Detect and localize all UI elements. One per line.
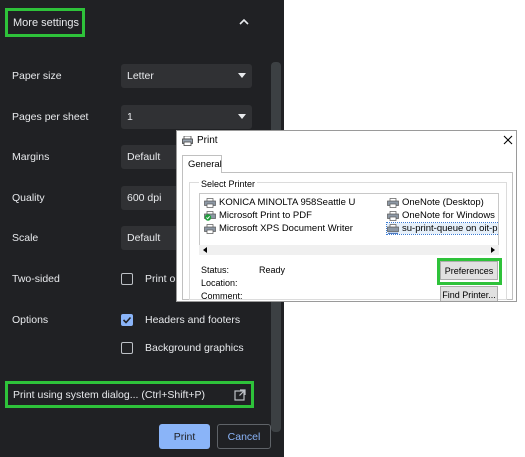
two-sided-label: Two-sided [12,273,60,285]
headers-footers-checkbox[interactable] [121,314,133,326]
pages-per-sheet-label: Pages per sheet [12,111,89,123]
background-graphics-label: Background graphics [145,342,244,354]
printer-icon [204,223,216,234]
quality-value: 600 dpi [127,192,162,204]
status-value: Ready [259,265,286,275]
paper-size-value: Letter [127,70,154,82]
scale-label: Scale [12,232,39,244]
printer-icon [204,197,216,208]
find-printer-button[interactable]: Find Printer... [440,286,498,301]
headers-footers-label: Headers and footers [145,314,241,326]
close-icon[interactable] [501,133,515,147]
dropdown-caret-icon [238,73,246,78]
scroll-left-icon[interactable] [203,247,207,253]
printer-item[interactable]: OneNote (Desktop) [387,197,484,208]
margins-label: Margins [12,151,50,163]
comment-label: Comment: [201,291,243,301]
external-link-icon [234,389,246,401]
checkmark-icon [122,316,132,324]
more-settings-toggle[interactable]: More settings [5,8,85,37]
printer-default-icon [204,210,216,221]
select-printer-label: Select Printer [199,179,258,189]
printer-item[interactable]: Microsoft Print to PDF [204,210,312,221]
system-dialog-label: Print using system dialog... (Ctrl+Shift… [13,388,205,401]
dialog-title: Print [197,135,218,146]
scale-value: Default [127,232,161,244]
printer-icon [182,136,193,146]
dropdown-caret-icon [238,114,246,119]
printer-name: OneNote for Windows 10 [402,210,499,221]
printer-icon [387,197,399,208]
printer-name: OneNote (Desktop) [402,197,484,208]
printer-item[interactable]: KONICA MINOLTA 958Seattle U [204,197,355,208]
pages-per-sheet-select[interactable]: 1 [121,105,252,129]
paper-size-label: Paper size [12,70,62,82]
dialog-titlebar: Print [177,131,516,152]
chevron-up-icon[interactable] [237,17,251,27]
quality-label: Quality [12,192,45,204]
printer-name: Microsoft Print to PDF [219,210,312,221]
paper-size-select[interactable]: Letter [121,64,252,88]
scroll-right-icon[interactable] [491,247,495,253]
system-print-dialog: Print General Select Printer KONICA MINO… [176,130,517,302]
options-label: Options [12,314,49,326]
background-graphics-checkbox[interactable] [121,342,133,354]
system-dialog-link[interactable]: Print using system dialog... (Ctrl+Shift… [5,381,254,408]
pages-per-sheet-value: 1 [127,111,133,123]
printer-network-icon [387,223,399,234]
printer-icon [387,210,399,221]
printer-list-hscrollbar[interactable] [199,245,499,255]
cancel-button[interactable]: Cancel [217,424,271,449]
status-label: Status: [201,265,230,275]
location-label: Location: [201,278,238,288]
printer-item[interactable]: Microsoft XPS Document Writer [204,223,353,234]
two-sided-checkbox[interactable] [121,273,133,285]
printer-name: KONICA MINOLTA 958Seattle U [219,197,356,208]
printer-item-selected[interactable]: su-print-queue on oit-pr [386,222,499,235]
more-settings-label: More settings [13,16,80,29]
preferences-button[interactable]: Preferences [440,261,498,280]
printer-name: Microsoft XPS Document Writer [219,223,353,234]
print-button[interactable]: Print [159,424,210,449]
margins-value: Default [127,151,161,163]
tab-general[interactable]: General [182,155,222,173]
printer-list[interactable]: KONICA MINOLTA 958Seattle U Microsoft Pr… [199,193,499,247]
printer-item[interactable]: OneNote for Windows 10 [387,210,499,221]
printer-name: su-print-queue on oit-pr [402,223,499,234]
